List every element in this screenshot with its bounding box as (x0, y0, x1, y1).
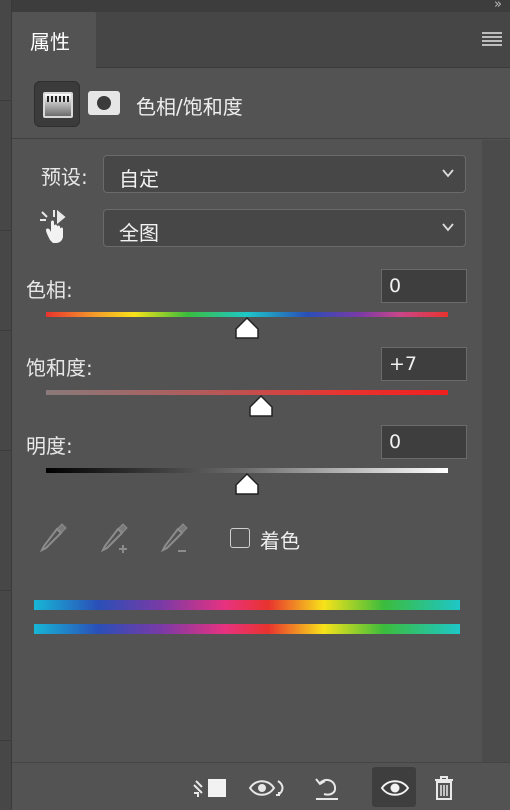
eyedropper-icon[interactable] (38, 520, 70, 556)
result-color-bar (34, 624, 460, 634)
clip-to-layer-icon[interactable] (190, 775, 230, 801)
saturation-label: 饱和度: (26, 356, 93, 380)
reset-icon[interactable] (312, 775, 342, 801)
preset-value: 自定 (119, 167, 159, 191)
source-color-bar (34, 600, 460, 610)
eyedropper-add-icon[interactable] (99, 520, 131, 556)
channel-value: 全图 (119, 221, 159, 245)
hue-saturation-adjustment-icon[interactable] (34, 81, 80, 127)
channel-dropdown[interactable]: 全图 (103, 209, 466, 247)
bottom-toolbar (12, 762, 510, 810)
layer-mask-icon[interactable] (88, 91, 120, 115)
lightness-input[interactable]: 0 (381, 425, 467, 459)
delete-icon[interactable] (432, 775, 456, 801)
preset-label: 预设: (41, 165, 88, 189)
view-previous-state-icon[interactable] (248, 775, 288, 801)
saturation-slider-track[interactable] (46, 390, 448, 395)
chevron-down-icon (442, 169, 454, 178)
toggle-visibility-icon[interactable] (380, 775, 410, 801)
colorize-label: 着色 (260, 529, 300, 553)
hamburger-menu-icon[interactable] (482, 32, 502, 48)
hue-input[interactable]: 0 (381, 269, 467, 303)
tab-properties[interactable]: 属性 (12, 12, 96, 68)
double-chevron-right-icon[interactable]: » (494, 0, 502, 12)
hue-label: 色相: (26, 278, 73, 302)
hue-value: 0 (389, 275, 402, 297)
tab-properties-label: 属性 (30, 30, 70, 54)
scrollbar[interactable] (482, 140, 510, 762)
eyedropper-subtract-icon[interactable] (159, 520, 191, 556)
saturation-value: +7 (389, 353, 418, 375)
chevron-down-icon (442, 223, 454, 232)
lightness-value: 0 (389, 431, 402, 453)
preset-dropdown[interactable]: 自定 (103, 155, 466, 193)
document-edge (0, 0, 12, 810)
saturation-input[interactable]: +7 (381, 347, 467, 381)
lightness-slider-thumb[interactable] (234, 472, 260, 496)
saturation-slider-thumb[interactable] (248, 394, 274, 418)
lightness-label: 明度: (26, 434, 73, 458)
panel-tab-bar: 属性 (12, 12, 510, 68)
panel-title: 色相/饱和度 (136, 95, 243, 119)
colorize-checkbox[interactable] (230, 528, 250, 548)
adjustment-header: 色相/饱和度 (12, 69, 510, 139)
hue-slider-thumb[interactable] (234, 316, 260, 340)
panel-top-bar: » (12, 0, 510, 12)
hand-targeted-adjustment-icon[interactable] (38, 208, 74, 246)
